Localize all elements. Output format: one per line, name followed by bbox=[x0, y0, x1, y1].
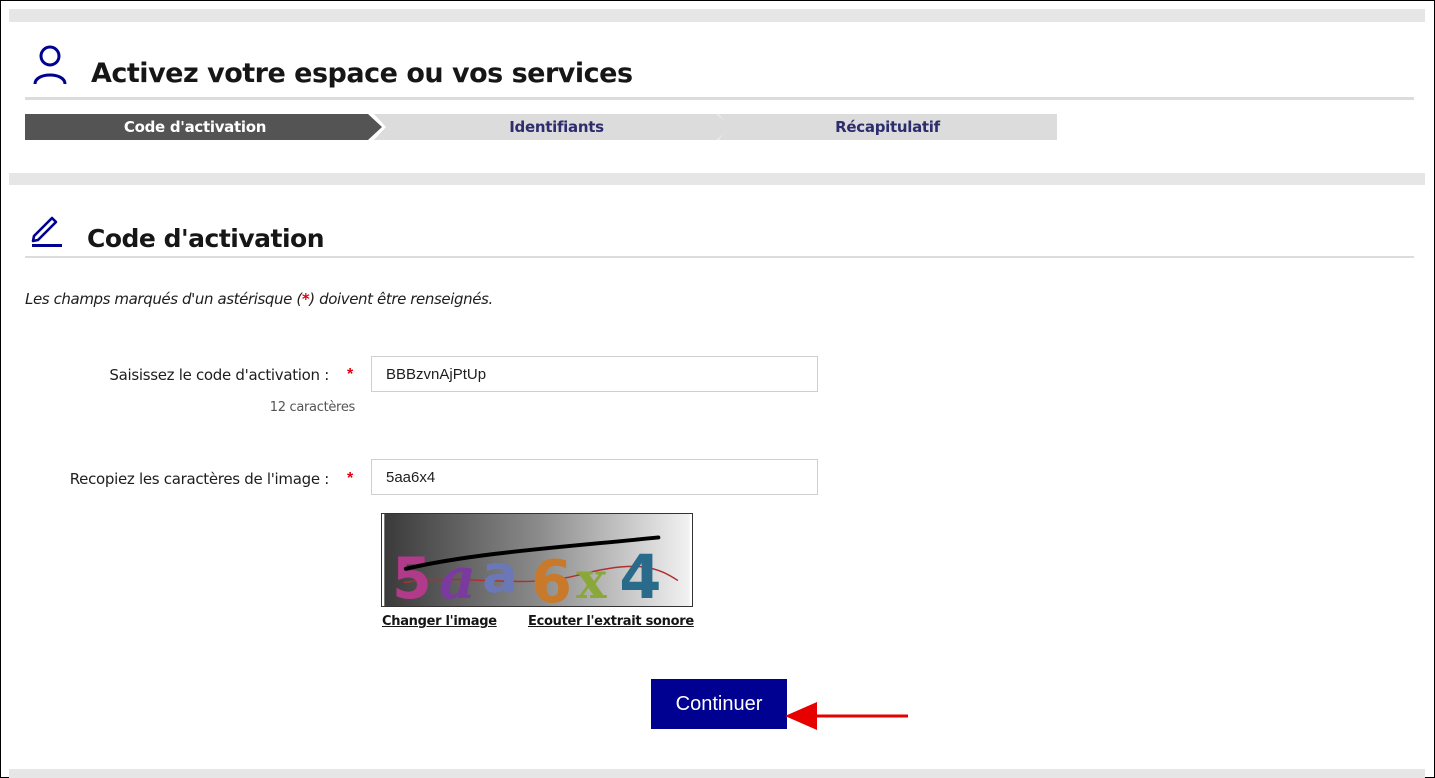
step-activation-code: Code d'activation bbox=[25, 114, 382, 140]
activation-code-label: Saisissez le code d'activation : bbox=[109, 366, 329, 384]
svg-text:x: x bbox=[576, 551, 607, 607]
change-captcha-link[interactable]: Changer l'image bbox=[382, 614, 497, 629]
step-summary: Récapitulatif bbox=[718, 114, 1057, 140]
title-divider bbox=[25, 97, 1414, 100]
user-icon bbox=[33, 45, 67, 85]
activation-code-hint: 12 caractères bbox=[269, 400, 356, 415]
continue-button[interactable]: Continuer bbox=[651, 679, 787, 729]
top-divider bbox=[9, 9, 1425, 22]
section-title-divider bbox=[25, 256, 1414, 258]
captcha-audio-link[interactable]: Ecouter l'extrait sonore bbox=[528, 614, 694, 629]
svg-text:6: 6 bbox=[531, 547, 572, 607]
activation-code-required-mark: * bbox=[347, 366, 354, 383]
captcha-image: 5aa6x4 5 a a 6 x 4 bbox=[381, 513, 693, 607]
captcha-required-mark: * bbox=[347, 470, 354, 487]
required-note-text-start: Les champs marqués d'un astérisque ( bbox=[25, 290, 302, 308]
progress-stepper: Code d'activation Identifiants Récapitul… bbox=[25, 114, 1057, 140]
svg-text:5: 5 bbox=[392, 546, 432, 607]
required-note-text-end: ) doivent être renseignés. bbox=[309, 290, 493, 308]
section-divider bbox=[9, 173, 1425, 185]
required-fields-note: Les champs marqués d'un astérisque (*) d… bbox=[25, 290, 493, 308]
step-credentials: Identifiants bbox=[374, 114, 731, 140]
pencil-icon bbox=[31, 216, 62, 247]
bottom-divider bbox=[9, 769, 1425, 778]
activation-code-input[interactable] bbox=[371, 356, 818, 392]
section-title: Code d'activation bbox=[87, 224, 325, 253]
captcha-label: Recopiez les caractères de l'image : bbox=[69, 470, 330, 488]
svg-text:4: 4 bbox=[619, 543, 661, 607]
page-title: Activez votre espace ou vos services bbox=[91, 58, 633, 89]
captcha-input[interactable] bbox=[371, 459, 818, 495]
annotation-arrow-icon bbox=[785, 702, 908, 730]
